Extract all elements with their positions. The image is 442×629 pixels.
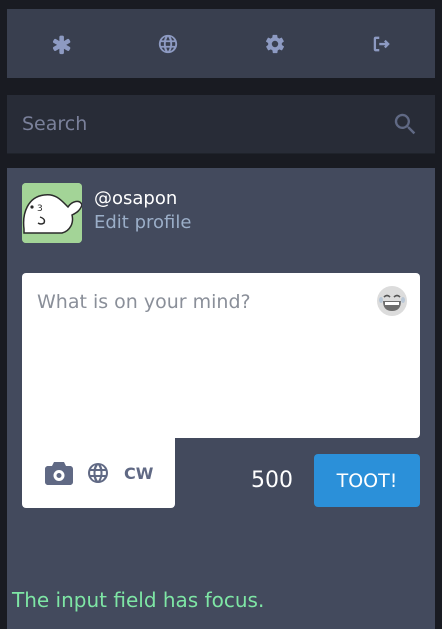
search-box	[7, 94, 435, 154]
compose-panel: 3 @osapon Edit profile What is on your m…	[7, 168, 435, 629]
gear-icon	[265, 34, 284, 53]
compose-textarea-box	[22, 273, 420, 439]
search-input[interactable]	[7, 94, 391, 154]
logout-button[interactable]	[362, 24, 402, 64]
camera-icon	[45, 462, 73, 485]
svg-text:3: 3	[37, 204, 43, 214]
federated-timeline-button[interactable]	[148, 24, 188, 64]
search-button[interactable]	[391, 110, 419, 138]
privacy-button[interactable]	[86, 461, 110, 485]
character-counter: 500	[251, 468, 293, 493]
asterisk-icon	[52, 35, 70, 54]
preferences-button[interactable]	[255, 24, 295, 64]
current-account: 3 @osapon Edit profile	[22, 183, 191, 243]
compose-textarea[interactable]	[22, 273, 382, 439]
sign-out-icon	[373, 36, 390, 51]
emoji-picker-button[interactable]	[376, 285, 408, 317]
laughing-emoji-icon	[377, 286, 407, 316]
avatar[interactable]: 3	[22, 183, 82, 243]
content-warning-button[interactable]: CW	[124, 464, 153, 483]
edit-profile-link[interactable]: Edit profile	[94, 211, 191, 235]
focus-status-note: The input field has focus.	[12, 588, 265, 612]
account-username[interactable]: @osapon	[94, 187, 191, 211]
globe-icon	[158, 34, 177, 53]
navigation-bar	[7, 9, 435, 78]
toot-button[interactable]: TOOT!	[314, 454, 420, 507]
compose-toolbar: CW	[22, 438, 175, 508]
getting-started-button[interactable]	[41, 24, 81, 64]
upload-media-button[interactable]	[44, 460, 74, 486]
globe-icon	[88, 463, 108, 483]
seal-avatar-image: 3	[22, 183, 82, 243]
search-icon	[394, 113, 416, 135]
